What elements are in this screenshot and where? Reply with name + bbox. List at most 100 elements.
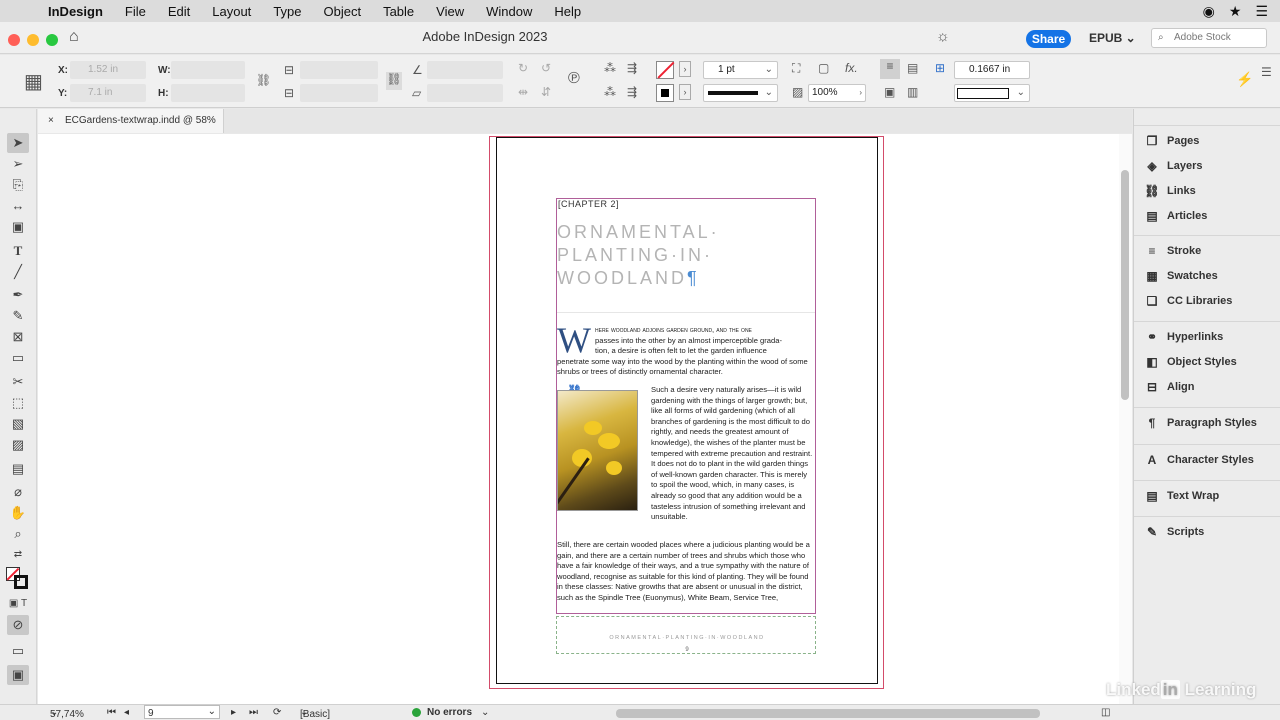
shear-angle-field[interactable]: [427, 84, 503, 102]
y-position-field[interactable]: 7.1 in: [70, 84, 146, 102]
apply-none-icon[interactable]: ⊘: [7, 615, 29, 635]
eyedropper-tool-icon[interactable]: ⌀: [7, 482, 29, 502]
zoom-tool-icon[interactable]: ⌕: [7, 524, 29, 544]
constrain-scale-icon[interactable]: ⛓: [386, 72, 402, 90]
fit-frame-icon[interactable]: ⛶: [792, 61, 800, 76]
panel-hyperlinks[interactable]: ⚭ Hyperlinks: [1138, 326, 1276, 348]
scale-x-field[interactable]: [300, 61, 378, 79]
panel-character-styles[interactable]: A Character Styles: [1138, 449, 1276, 471]
fill-dropdown-icon[interactable]: ›: [679, 61, 691, 77]
wrap-none-icon[interactable]: ≡: [880, 59, 900, 79]
pen-tool-icon[interactable]: ✒: [7, 285, 29, 305]
panel-text-wrap[interactable]: ▤ Text Wrap: [1138, 485, 1276, 507]
select-next-icon[interactable]: ⇶: [627, 61, 637, 75]
default-fill-stroke-icon[interactable]: ⇄: [7, 545, 29, 565]
gap-tool-icon[interactable]: ↔: [7, 196, 29, 216]
menu-table[interactable]: Table: [372, 4, 425, 19]
publish-format-dropdown[interactable]: EPUB ⌄: [1089, 31, 1136, 45]
panel-articles[interactable]: ▤ Articles: [1138, 205, 1276, 227]
panel-stroke[interactable]: ≡ Stroke: [1138, 240, 1276, 262]
gradient-swatch-tool-icon[interactable]: ▧: [7, 414, 29, 434]
fit-content-icon[interactable]: ▢: [818, 61, 829, 75]
note-tool-icon[interactable]: ▤: [7, 459, 29, 479]
panel-links[interactable]: ⛓ Links: [1138, 180, 1276, 202]
open-page-icon[interactable]: ⟳: [273, 707, 281, 718]
next-page-icon[interactable]: ▸: [231, 707, 236, 718]
stroke-type-dropdown[interactable]: ⌄: [703, 84, 778, 102]
main-text-frame[interactable]: [CHAPTER 2] ORNAMENTAL· PLANTING·IN· WOO…: [556, 198, 816, 614]
line-tool-icon[interactable]: ╱: [7, 262, 29, 282]
rotate-counterclockwise-icon[interactable]: ↺: [541, 61, 551, 75]
panel-object-styles[interactable]: ◧ Object Styles: [1138, 351, 1276, 373]
fill-swatch[interactable]: [656, 61, 675, 79]
horizontal-scroll-thumb[interactable]: [616, 709, 1040, 718]
vertical-scrollbar[interactable]: [1119, 134, 1132, 704]
share-button[interactable]: Share: [1026, 30, 1071, 48]
constrain-proportions-icon[interactable]: ⛓: [256, 73, 271, 87]
page-tool-icon[interactable]: ⎘: [7, 175, 29, 195]
hand-tool-icon[interactable]: ✋: [7, 503, 29, 523]
height-field[interactable]: [171, 84, 245, 102]
x-position-field[interactable]: 1.52 in: [70, 61, 146, 79]
stroke-swatch[interactable]: [656, 84, 674, 102]
quick-actions-icon[interactable]: ⚡: [1236, 71, 1253, 88]
menu-layout[interactable]: Layout: [201, 4, 262, 19]
lightbulb-icon[interactable]: ☼: [936, 28, 950, 45]
rectangle-tool-icon[interactable]: ▭: [7, 348, 29, 368]
zoom-level-dropdown[interactable]: 57,74% ⌄: [50, 707, 84, 720]
panel-cc-libraries[interactable]: ❏ CC Libraries: [1138, 290, 1276, 312]
star-icon[interactable]: ★: [1229, 3, 1242, 20]
document-canvas[interactable]: [CHAPTER 2] ORNAMENTAL· PLANTING·IN· WOO…: [38, 134, 1119, 704]
wrap-contour-dropdown[interactable]: ⌄: [954, 84, 1030, 102]
direct-selection-tool-icon[interactable]: ➢: [7, 154, 29, 174]
rotation-angle-field[interactable]: [427, 61, 503, 79]
rotate-clockwise-icon[interactable]: ↻: [518, 61, 528, 75]
menu-view[interactable]: View: [425, 4, 475, 19]
menu-object[interactable]: Object: [313, 4, 373, 19]
formatting-affects-container-icon[interactable]: ▣ T: [7, 594, 29, 614]
first-page-icon[interactable]: ⏮: [107, 707, 116, 718]
forsythia-photo[interactable]: [557, 390, 638, 511]
selection-tool-icon[interactable]: ➤: [7, 133, 29, 153]
stroke-weight-field[interactable]: 1 pt ⌄: [703, 61, 778, 79]
flip-vertical-icon[interactable]: ⇵: [541, 85, 551, 99]
creative-cloud-icon[interactable]: ◉: [1203, 3, 1215, 20]
effects-icon[interactable]: fx.: [845, 61, 858, 75]
menu-edit[interactable]: Edit: [157, 4, 201, 19]
pencil-tool-icon[interactable]: ✎: [7, 306, 29, 326]
type-tool-icon[interactable]: T: [7, 241, 29, 261]
panel-layers[interactable]: ◈ Layers: [1138, 155, 1276, 177]
wrap-offset-field[interactable]: 0.1667 in: [954, 61, 1030, 79]
scissors-tool-icon[interactable]: ✂: [7, 372, 29, 392]
select-container-icon[interactable]: ⇶: [627, 85, 637, 99]
wrap-object-shape-icon[interactable]: ▣: [884, 85, 895, 99]
opacity-field[interactable]: 100% ›: [808, 84, 866, 102]
vertical-scroll-thumb[interactable]: [1121, 170, 1129, 400]
panel-paragraph-styles[interactable]: ¶ Paragraph Styles: [1138, 412, 1276, 434]
panel-swatches[interactable]: ▦ Swatches: [1138, 265, 1276, 287]
panel-menu-icon[interactable]: ☰: [1261, 65, 1272, 79]
document-tab[interactable]: × ECGardens-textwrap.indd @ 58%: [38, 109, 224, 133]
width-field[interactable]: [171, 61, 245, 79]
close-tab-icon[interactable]: ×: [48, 109, 54, 133]
panel-pages[interactable]: ❐ Pages: [1138, 130, 1276, 152]
gradient-feather-tool-icon[interactable]: ▨: [7, 435, 29, 455]
page-number-field[interactable]: 9 ⌄: [144, 705, 220, 719]
preflight-menu-icon[interactable]: ⌄: [481, 707, 489, 718]
adobe-stock-search-field[interactable]: ⌕ Adobe Stock: [1151, 28, 1267, 48]
menu-type[interactable]: Type: [262, 4, 312, 19]
control-center-icon[interactable]: ☰: [1255, 3, 1268, 20]
content-collector-icon[interactable]: ▣: [7, 217, 29, 237]
previous-page-icon[interactable]: ◂: [124, 707, 129, 718]
stroke-color-icon[interactable]: [14, 575, 28, 589]
footer-frame[interactable]: ORNAMENTAL·PLANTING·IN·WOODLAND 9: [556, 616, 816, 654]
menu-window[interactable]: Window: [475, 4, 543, 19]
free-transform-tool-icon[interactable]: ⬚: [7, 393, 29, 413]
menu-help[interactable]: Help: [543, 4, 592, 19]
scale-y-field[interactable]: [300, 84, 378, 102]
panel-align[interactable]: ⊟ Align: [1138, 376, 1276, 398]
menu-app-name[interactable]: InDesign: [44, 4, 114, 19]
rectangle-frame-tool-icon[interactable]: ⊠: [7, 327, 29, 347]
last-page-icon[interactable]: ⏭: [249, 707, 258, 718]
panel-scripts[interactable]: ✎ Scripts: [1138, 521, 1276, 543]
